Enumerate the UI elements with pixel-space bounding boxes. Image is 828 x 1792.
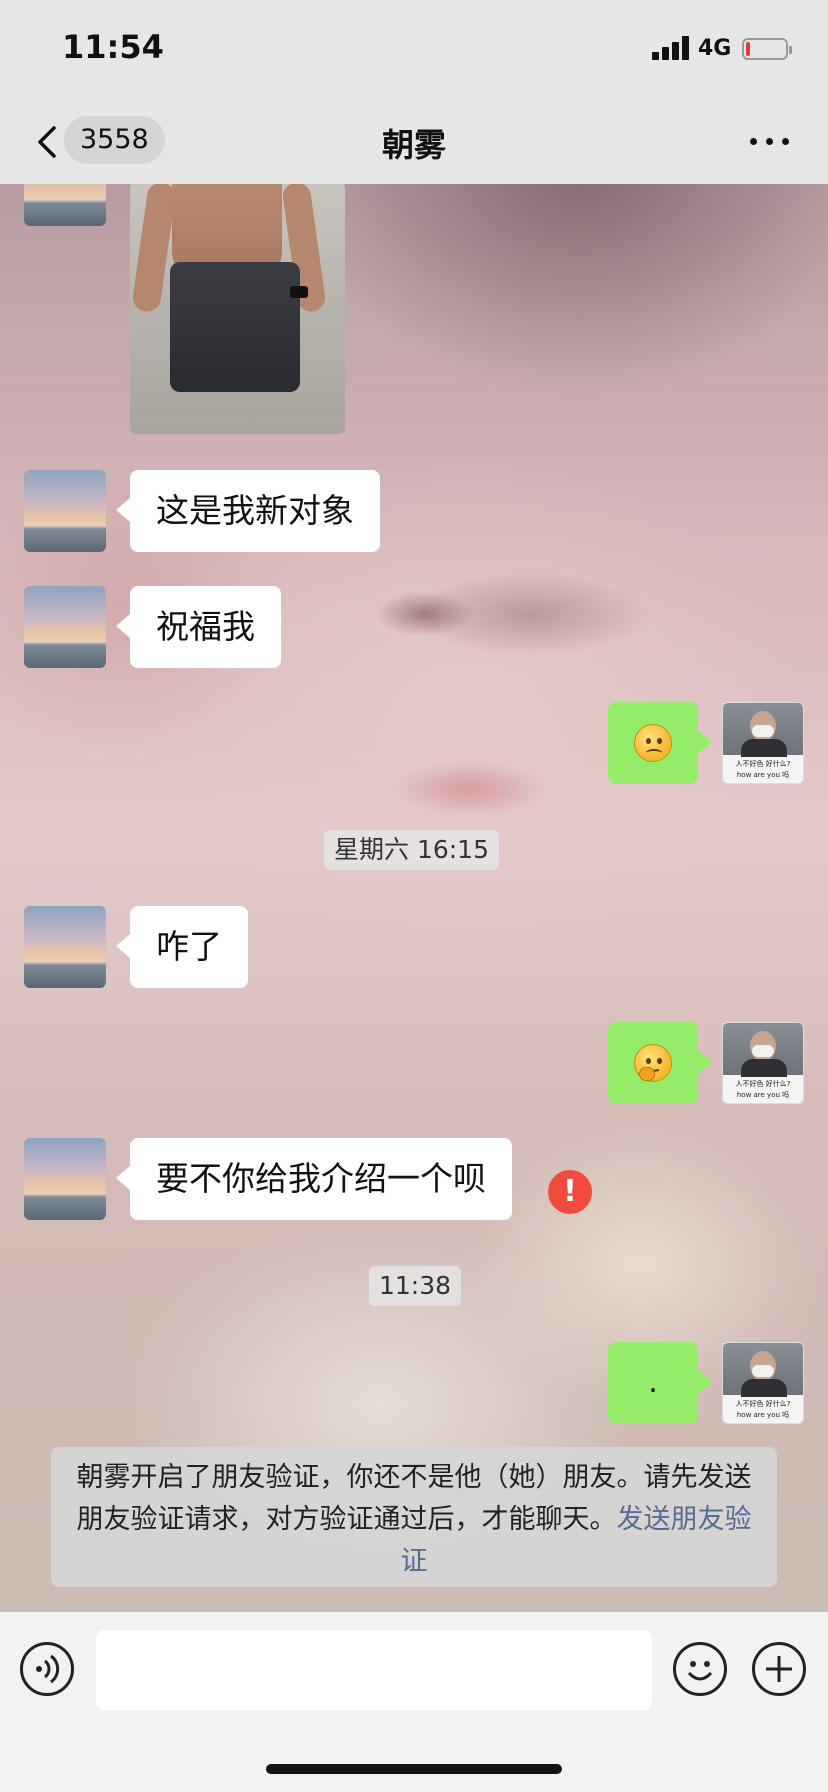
cellular-signal-icon: [652, 36, 692, 60]
chat-message-list[interactable]: 这是我新对象 祝福我 人不好色 好什么? how are you 吗 星期六 1…: [0, 184, 828, 1612]
more-dots-icon[interactable]: [748, 136, 792, 148]
thinking-face-icon: [634, 1044, 672, 1082]
battery-level-fill: [746, 42, 750, 56]
incoming-message-bubble[interactable]: 祝福我: [116, 586, 281, 668]
battery-icon: [742, 38, 792, 60]
message-input[interactable]: [96, 1630, 652, 1710]
outgoing-message-bubble[interactable]: .: [608, 1342, 712, 1424]
incoming-message-bubble[interactable]: 咋了: [116, 906, 248, 988]
image-message[interactable]: [130, 184, 345, 434]
self-avatar[interactable]: 人不好色 好什么? how are you 吗: [722, 1342, 804, 1424]
contact-avatar[interactable]: [24, 184, 106, 226]
self-avatar[interactable]: 人不好色 好什么? how are you 吗: [722, 702, 804, 784]
input-bar: [0, 1612, 828, 1792]
home-indicator: [266, 1764, 562, 1774]
voice-icon[interactable]: [20, 1642, 74, 1696]
chat-header: 3558 朝雾: [0, 100, 828, 184]
outgoing-emoji-bubble[interactable]: [608, 702, 712, 784]
plus-icon[interactable]: [752, 1642, 806, 1696]
incoming-message-bubble[interactable]: 这是我新对象: [116, 470, 380, 552]
status-bar: 11:54 4G: [0, 0, 828, 100]
send-failed-icon[interactable]: !: [548, 1170, 592, 1214]
network-type: 4G: [698, 36, 732, 61]
outgoing-emoji-bubble[interactable]: [608, 1022, 712, 1104]
frowning-face-icon: [634, 724, 672, 762]
chat-title: 朝雾: [381, 126, 446, 164]
incoming-message-bubble[interactable]: 要不你给我介绍一个呗: [116, 1138, 512, 1220]
contact-avatar[interactable]: [24, 586, 106, 668]
timestamp-divider: 11:38: [369, 1266, 462, 1306]
self-avatar[interactable]: 人不好色 好什么? how are you 吗: [722, 1022, 804, 1104]
timestamp-divider: 星期六 16:15: [324, 830, 499, 870]
smiley-icon[interactable]: [673, 1642, 727, 1696]
contact-avatar[interactable]: [24, 906, 106, 988]
status-time: 11:54: [62, 28, 164, 66]
friend-verification-notice: 朝雾开启了朋友验证，你还不是他（她）朋友。请先发送朋友验证请求，对方验证通过后，…: [51, 1447, 777, 1587]
contact-avatar[interactable]: [24, 470, 106, 552]
contact-avatar[interactable]: [24, 1138, 106, 1220]
